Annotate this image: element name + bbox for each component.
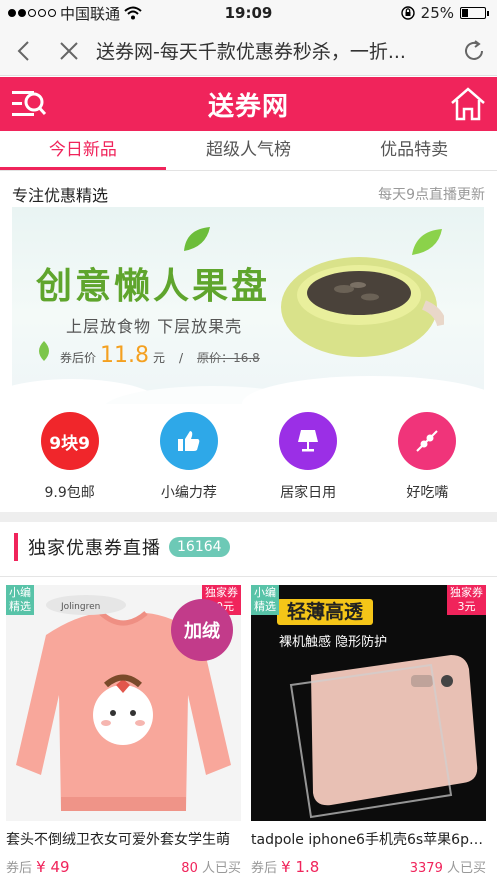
sold-count: 80: [181, 861, 198, 876]
banner-original-price: 原价：16.8: [197, 351, 260, 365]
battery-percent: 25%: [420, 4, 454, 22]
tag-line: 精选: [254, 600, 276, 613]
feature-banner: 轻薄高透: [277, 599, 374, 625]
thumbs-up-icon: [159, 412, 218, 470]
category-tabs: 今日新品 超级人气榜 优品特卖: [0, 131, 497, 171]
leaf-icon: [39, 341, 49, 361]
category-label: 9.9包邮: [44, 485, 95, 501]
battery-info: 25%: [400, 4, 489, 22]
browser-toolbar: 送券网-每天千款优惠券秒杀，一折...: [0, 26, 497, 76]
menu-search-icon[interactable]: [10, 87, 48, 121]
carrier-info: 中国联通: [8, 3, 142, 24]
product-name: tadpole iphone6手机壳6s苹果6plus手: [251, 832, 486, 848]
app-header: 送券网: [0, 77, 497, 131]
wifi-icon: [124, 6, 142, 20]
status-time: 19:09: [224, 4, 273, 22]
product-price: ¥ 1.8: [281, 858, 320, 876]
deals-accent-bar: [14, 533, 18, 561]
banner-price: 11.8: [100, 343, 149, 368]
app-title: 送券网: [207, 91, 289, 122]
deals-title: 独家优惠券直播: [28, 538, 161, 559]
skewer-icon: [398, 412, 457, 470]
tag-line: 小编: [9, 586, 31, 599]
category-shortcuts: 9块9 9.9包邮 小编力荐 居家日用 好吃嘴: [0, 408, 497, 512]
close-button[interactable]: [46, 26, 92, 76]
product-card[interactable]: Jolingren 小编 精选 独家券 20元 加绒 套头不倒绒卫衣女可爱外套女…: [6, 585, 241, 883]
tag-line: 精选: [9, 600, 31, 613]
status-bar: 中国联通 19:09 25%: [0, 0, 497, 26]
category-editor-picks[interactable]: 小编力荐: [141, 408, 237, 512]
section-divider: [0, 512, 497, 522]
product-image-sweater: Jolingren 小编 精选 独家券 20元 加绒: [6, 585, 241, 821]
refresh-icon: [465, 39, 483, 60]
sold-count: 3379: [409, 861, 443, 876]
category-9-9-free-shipping[interactable]: 9块9 9.9包邮: [22, 408, 118, 512]
home-icon[interactable]: [449, 85, 487, 123]
banner-price-label: 券后价: [60, 351, 97, 365]
price-label: 券后: [251, 861, 278, 876]
svg-text:Jolingren: Jolingren: [60, 602, 100, 612]
editor-pick-tag: 小编 精选: [6, 585, 34, 615]
banner-price-separator: /: [179, 351, 184, 365]
sold-group: 3379 人已买: [410, 857, 486, 876]
price-group: 券后 ¥ 49: [6, 857, 70, 876]
carrier-label: 中国联通: [60, 4, 121, 23]
deals-header-line: [0, 576, 497, 577]
price-label: 券后: [6, 861, 33, 876]
product-card[interactable]: 轻薄高透 裸机触感 隐形防护 小编 精选 独家券 3元 tadpole ipho…: [251, 585, 486, 883]
sold-suffix: 人已买: [201, 861, 241, 876]
tag-line: 3元: [457, 600, 476, 613]
exclusive-coupon-tag: 独家券 3元: [447, 585, 486, 615]
category-label: 居家日用: [280, 485, 337, 501]
banner-title: 创意懒人果盘: [36, 265, 271, 307]
banner-price-unit: 元: [153, 351, 166, 365]
featured-header: 专注优惠精选 每天9点直播更新: [12, 182, 485, 206]
feature-subtitle: 裸机触感 隐形防护: [279, 635, 388, 650]
deals-header: 独家优惠券直播 16164: [14, 533, 230, 561]
featured-title: 专注优惠精选: [12, 186, 109, 205]
product-meta: 券后 ¥ 1.8 3379 人已买: [251, 857, 486, 876]
category-home-daily[interactable]: 居家日用: [260, 408, 356, 512]
tab-popular[interactable]: 超级人气榜: [166, 131, 332, 170]
promo-banner[interactable]: 创意懒人果盘 上层放食物 下层放果壳 券后价 11.8 元 / 原价：16.8: [12, 207, 484, 404]
nine-nine-icon: 9块9: [40, 412, 99, 470]
battery-icon: [460, 7, 486, 19]
lamp-icon: [279, 412, 338, 470]
product-name: 套头不倒绒卫衣女可爱外套女学生萌: [6, 832, 230, 848]
product-meta: 券后 ¥ 49 80 人已买: [6, 857, 241, 876]
signal-icon: [8, 9, 56, 17]
deals-count-badge: 16164: [169, 537, 230, 557]
category-label: 好吃嘴: [406, 485, 449, 501]
fruit-bowl-image: [281, 257, 444, 357]
tag-line: 独家券: [450, 586, 483, 599]
product-price: ¥ 49: [36, 858, 70, 876]
leaf-icon: [184, 227, 210, 251]
banner-price-row: 券后价 11.8 元 / 原价：16.8: [60, 343, 260, 368]
banner-subtitle: 上层放食物 下层放果壳: [66, 317, 243, 336]
fleece-badge: 加绒: [171, 599, 233, 661]
tab-special-sale[interactable]: 优品特卖: [331, 131, 497, 170]
tab-today-new[interactable]: 今日新品: [0, 131, 166, 170]
back-button[interactable]: [0, 26, 46, 76]
tag-line: 小编: [254, 586, 276, 599]
category-label: 小编力荐: [160, 485, 217, 501]
tag-line: 独家券: [205, 586, 238, 599]
category-snacks[interactable]: 好吃嘴: [379, 408, 475, 512]
browser-page-title: 送券网-每天千款优惠券秒杀，一折...: [96, 41, 406, 63]
sold-group: 80 人已买: [181, 857, 241, 876]
sold-suffix: 人已买: [446, 861, 486, 876]
featured-subtitle: 每天9点直播更新: [378, 187, 485, 203]
rotation-lock-icon: [400, 6, 415, 20]
editor-pick-tag: 小编 精选: [251, 585, 279, 615]
refresh-button[interactable]: [451, 26, 497, 76]
chevron-left-icon: [17, 40, 29, 61]
price-group: 券后 ¥ 1.8: [251, 857, 319, 876]
close-icon: [60, 41, 78, 60]
product-image-phone-case: 轻薄高透 裸机触感 隐形防护 小编 精选 独家券 3元: [251, 585, 486, 821]
